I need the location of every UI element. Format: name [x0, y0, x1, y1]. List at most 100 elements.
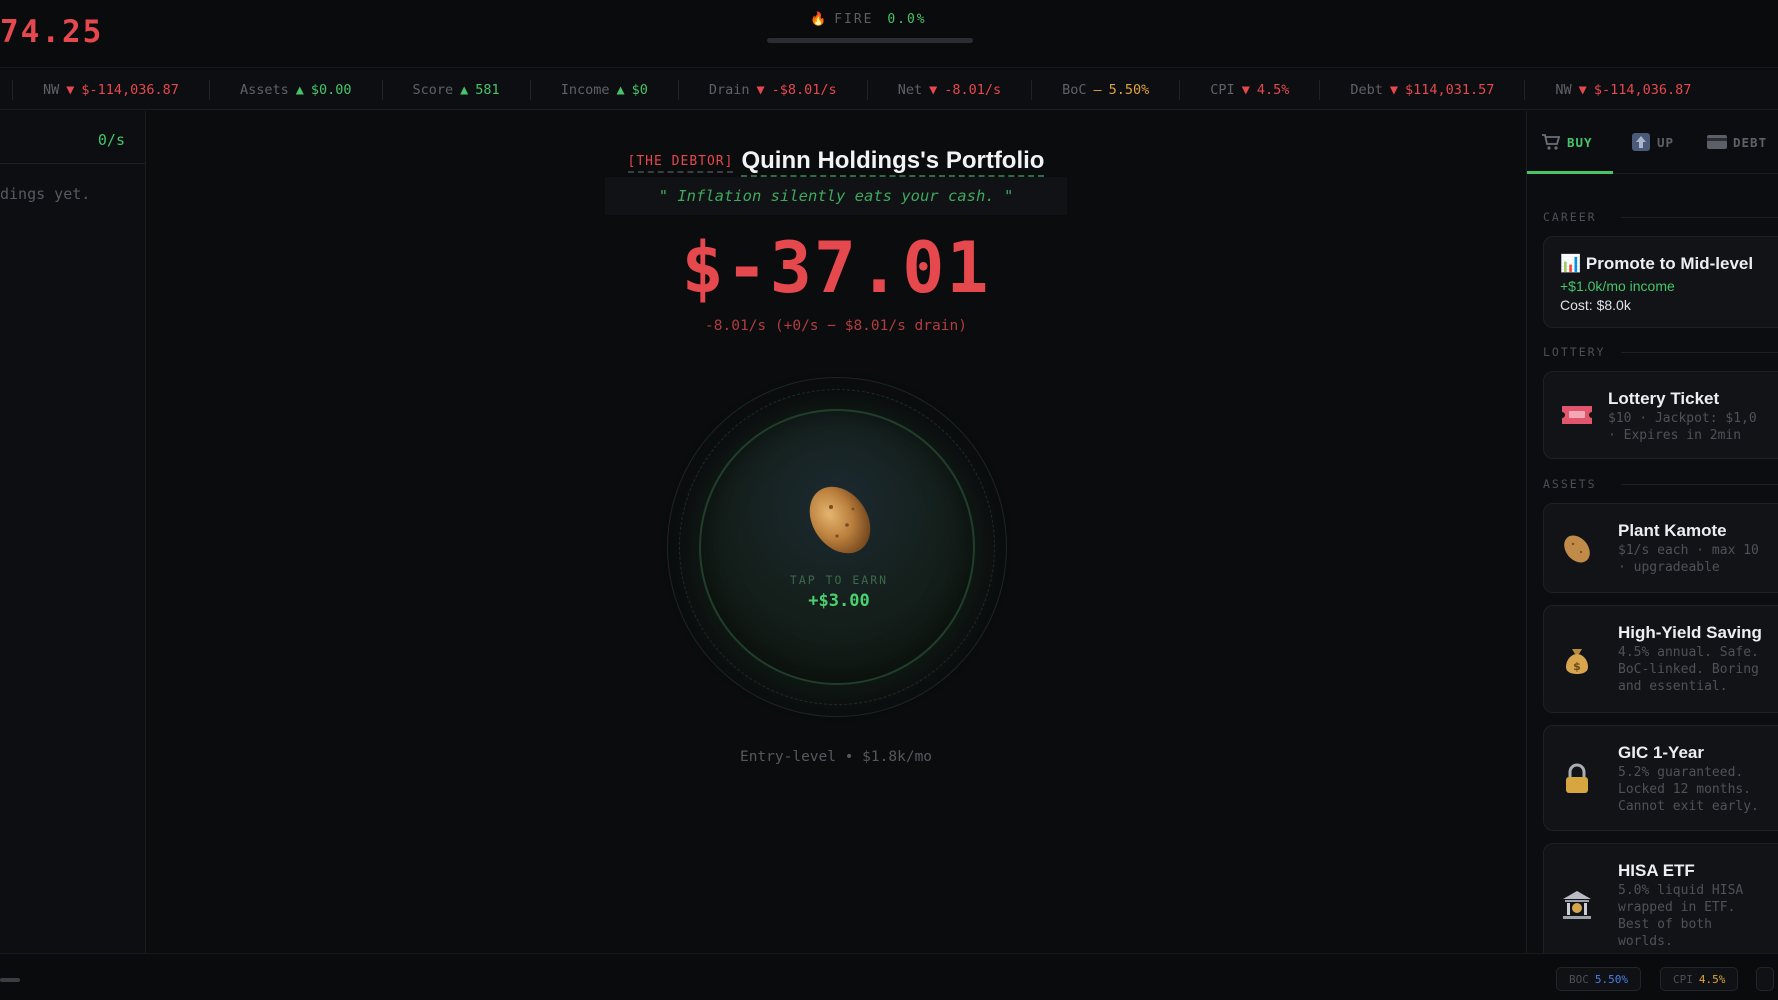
- lock-icon: [1566, 763, 1588, 793]
- ticker-item: BoC –5.50%: [1031, 79, 1179, 100]
- ticker-label: Debt: [1350, 81, 1383, 98]
- ticker-direction-icon: ▼: [929, 81, 938, 98]
- asset-title: HISA ETF: [1618, 861, 1695, 880]
- ticker-item: Income ▲ $0: [529, 79, 678, 100]
- ticker-direction-icon: ▼: [66, 81, 75, 98]
- tab-debt-label: DEBT: [1733, 134, 1768, 150]
- lottery-card-desc: $10 · Jackpot: $1,0 · Expires in 2min: [1608, 411, 1757, 443]
- asset-card-hisa-etf[interactable]: HISA ETF 5.0% liquid HISA wrapped in ETF…: [1543, 843, 1778, 953]
- fire-label: FIRE: [834, 12, 874, 27]
- ticker-direction-icon: ▼: [1389, 81, 1398, 98]
- ticker-label: BoC: [1062, 81, 1087, 98]
- active-tab-indicator: [1527, 171, 1613, 174]
- portfolio-name[interactable]: Quinn Holdings's Portfolio: [741, 147, 1045, 177]
- ticker-direction-icon: –: [1093, 81, 1102, 98]
- asset-title: High-Yield Saving: [1618, 623, 1762, 642]
- asset-desc: 4.5% annual. Safe. BoC-linked. Boring an…: [1618, 645, 1759, 694]
- ticker-direction-icon: ▲: [616, 81, 625, 98]
- tap-area: TAP TO EARN +$3.00: [667, 377, 1007, 717]
- ticker-label: Score: [412, 81, 454, 98]
- cart-icon: [1542, 134, 1561, 150]
- ticker-value: 4.5%: [1256, 81, 1290, 98]
- lottery-card[interactable]: Lottery Ticket $10 · Jackpot: $1,0 · Exp…: [1543, 371, 1778, 459]
- ticker-label: Drain: [708, 81, 750, 98]
- empty-holdings-message: dings yet.: [0, 185, 91, 203]
- stats-ticker: NW ▼ $-114,036.87 Assets ▲ $0.00 Score ▲ 581 Inco…: [0, 70, 1778, 110]
- ticket-icon: [1562, 406, 1592, 424]
- fire-indicator: 🔥 FIRE 0.0%: [810, 12, 927, 27]
- balance: $-37.01: [681, 227, 991, 309]
- ticker-label: Income: [560, 81, 610, 98]
- ticker-direction-icon: ▼: [1578, 81, 1587, 98]
- tab-upgrade[interactable]: UP: [1631, 131, 1674, 153]
- section-career: CAREER: [1543, 210, 1778, 224]
- ticker-item: NW ▼ $-114,036.87: [12, 79, 209, 100]
- asset-card-high-yield-savings[interactable]: $ High-Yield Saving 4.5% annual. Safe. B…: [1543, 605, 1778, 713]
- job-status: Entry-level • $1.8k/mo: [739, 749, 933, 765]
- ticker-value: $0.00: [310, 81, 352, 98]
- flame-icon: 🔥: [810, 12, 829, 27]
- bank-icon: [1563, 891, 1591, 919]
- tab-debt[interactable]: DEBT: [1707, 131, 1767, 153]
- cpi-label: CPI: [1673, 972, 1693, 986]
- top-bar: 74.25 🔥 FIRE 0.0%: [0, 0, 1778, 68]
- boc-value: 5.50%: [1594, 972, 1628, 986]
- boc-label: BOC: [1569, 972, 1589, 986]
- holdings-panel: 0/s dings yet.: [0, 111, 146, 953]
- divider: [0, 163, 146, 164]
- asset-desc: 5.2% guaranteed. Locked 12 months. Canno…: [1618, 765, 1759, 814]
- ticker-item: CPI ▼ 4.5%: [1179, 79, 1319, 100]
- more-pill[interactable]: [1756, 967, 1774, 991]
- asset-desc: $1/s each · max 10 · upgradeable: [1618, 543, 1759, 575]
- ticker-item: Net ▼ -8.01/s: [866, 79, 1031, 100]
- boc-rate-pill: BOC 5.50%: [1556, 967, 1641, 991]
- ticker-value: $0: [631, 81, 648, 98]
- bottom-bar: BOC 5.50% CPI 4.5%: [0, 953, 1778, 1000]
- asset-card-gic-1-year[interactable]: GIC 1-Year 5.2% guaranteed. Locked 12 mo…: [1543, 725, 1778, 831]
- tap-amount: +$3.00: [808, 591, 870, 611]
- rate-breakdown: -8.01/s (+0/s − $8.01/s drain): [705, 318, 967, 334]
- tab-buy[interactable]: BUY: [1541, 131, 1593, 153]
- money-bag-icon: $: [1566, 649, 1588, 674]
- main-area: [THE DEBTOR] Quinn Holdings's Portfolio "…: [147, 111, 1525, 953]
- asset-card-plant-kamote[interactable]: Plant Kamote $1/s each · max 10 · upgrad…: [1543, 503, 1778, 593]
- ticker-direction-icon: ▼: [756, 81, 765, 98]
- ticker-value: $-114,036.87: [1593, 81, 1692, 98]
- section-lottery: LOTTERY: [1543, 345, 1778, 359]
- tip-quote: " Inflation silently eats your cash. ": [605, 177, 1067, 215]
- portfolio-header: [THE DEBTOR] Quinn Holdings's Portfolio: [147, 147, 1525, 177]
- tap-label: TAP TO EARN: [789, 573, 889, 587]
- cpi-value: 4.5%: [1698, 972, 1726, 986]
- ticker-value: $-114,036.87: [81, 81, 179, 98]
- cpi-rate-pill: CPI 4.5%: [1660, 967, 1739, 991]
- upgrade-icon: [1632, 133, 1650, 151]
- ticker-label: CPI: [1210, 81, 1235, 98]
- ticker-value: 5.50%: [1108, 81, 1150, 98]
- tab-buy-label: BUY: [1567, 134, 1593, 150]
- ticker-label: Assets: [239, 81, 289, 98]
- fire-value: 0.0%: [887, 12, 927, 27]
- ticker-value: $114,031.57: [1405, 81, 1495, 98]
- potato-icon: [1564, 535, 1590, 563]
- potato-icon: [809, 486, 871, 554]
- ticker-direction-icon: ▲: [460, 81, 469, 98]
- horizontal-scrollbar[interactable]: [0, 978, 20, 982]
- tap-to-earn-button[interactable]: TAP TO EARN +$3.00: [699, 409, 975, 685]
- career-card-title: 📊 Promote to Mid-level: [1560, 254, 1754, 273]
- ticker-item: Score ▲ 581: [381, 79, 530, 100]
- player-title-tag[interactable]: [THE DEBTOR]: [627, 154, 734, 173]
- ticker-label: NW: [1555, 81, 1572, 98]
- ticker-item: Drain ▼ -$8.01/s: [677, 79, 867, 100]
- asset-title: Plant Kamote: [1618, 521, 1727, 540]
- cash-display: 74.25: [0, 14, 104, 50]
- ticker-label: NW: [43, 81, 60, 98]
- career-cost: Cost: $8.0k: [1560, 297, 1631, 313]
- holdings-rate: 0/s: [97, 131, 125, 149]
- shop-panel: BUY UP DEBT CAREER 📊 Promote to Mid-leve…: [1526, 111, 1778, 953]
- credit-card-icon: [1707, 135, 1727, 149]
- ticker-value: -8.01/s: [944, 81, 1002, 98]
- ticker-value: -$8.01/s: [771, 81, 837, 98]
- svg-text:$: $: [1573, 660, 1581, 673]
- career-card[interactable]: 📊 Promote to Mid-level +$1.0k/mo income …: [1543, 236, 1778, 328]
- asset-title: GIC 1-Year: [1618, 743, 1704, 762]
